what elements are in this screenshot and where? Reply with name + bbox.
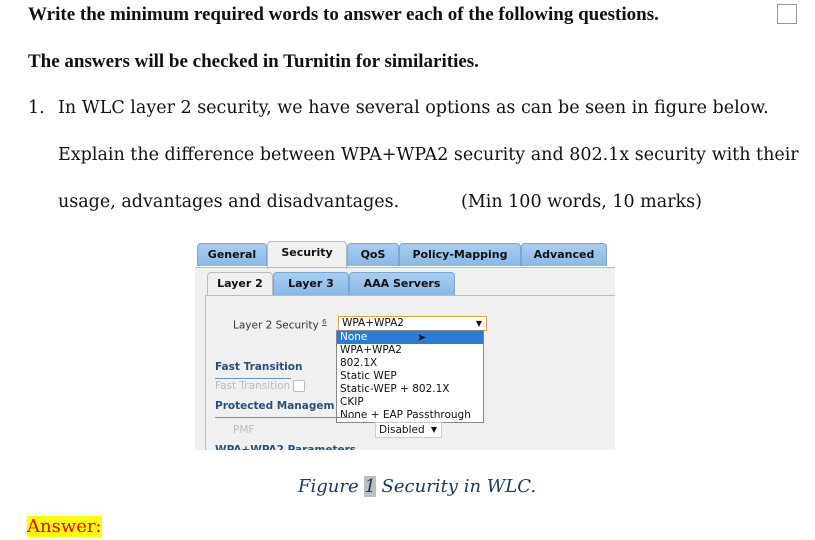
wlc-security-figure: General Security QoS Policy-Mapping Adva… <box>195 240 615 450</box>
subtab-layer2[interactable]: Layer 2 <box>207 272 273 295</box>
figure-caption: Figure 1 Security in WLC. <box>298 476 537 497</box>
fast-transition-label: Fast Transition <box>215 380 291 392</box>
layer2-security-select[interactable]: WPA+WPA2 ▼ <box>338 316 487 331</box>
layer2-security-label: Layer 2 Security 6 <box>233 318 327 332</box>
tab-bar: General Security QoS Policy-Mapping Adva… <box>195 240 615 269</box>
tab-policy-mapping[interactable]: Policy-Mapping <box>399 243 521 266</box>
layer2-security-options: None WPA+WPA2 802.1X Static WEP Static-W… <box>336 330 484 423</box>
dropdown-arrow-icon: ▼ <box>475 319 482 328</box>
dropdown-arrow-icon: ▼ <box>430 425 437 434</box>
option-none-eap-passthrough[interactable]: None + EAP Passthrough <box>337 409 483 422</box>
subtab-aaa-servers[interactable]: AAA Servers <box>349 272 455 295</box>
fast-transition-section: Fast Transition <box>215 361 303 373</box>
question-requirement: (Min 100 words, 10 marks) <box>461 192 702 212</box>
fast-transition-checkbox[interactable] <box>293 380 305 392</box>
tab-advanced[interactable]: Advanced <box>521 243 607 266</box>
subtab-layer3[interactable]: Layer 3 <box>273 272 349 295</box>
pmf-value: Disabled <box>379 424 425 436</box>
tab-security[interactable]: Security <box>267 241 347 269</box>
instruction-line-1: Write the minimum required words to answ… <box>28 4 659 25</box>
tab-qos[interactable]: QoS <box>347 243 399 266</box>
pmf-section: Protected Management Frame <box>215 400 335 412</box>
question-line-1: In WLC layer 2 security, we have several… <box>58 98 769 118</box>
question-number: 1. <box>28 98 45 118</box>
wpa-params-section: WPA+WPA2 Parameters <box>215 444 357 450</box>
option-static-wep[interactable]: Static WEP <box>337 370 483 383</box>
footnote-link[interactable]: 6 <box>322 318 326 326</box>
question-line-3: usage, advantages and disadvantages. <box>58 192 400 212</box>
selected-value: WPA+WPA2 <box>342 317 404 329</box>
option-static-wep-802-1x[interactable]: Static-WEP + 802.1X <box>337 383 483 396</box>
option-ckip[interactable]: CKIP <box>337 396 483 409</box>
option-wpa-wpa2[interactable]: WPA+WPA2 <box>337 344 483 357</box>
pmf-label: PMF <box>233 424 255 436</box>
instruction-line-2: The answers will be checked in Turnitin … <box>28 51 479 72</box>
answer-label: Answer: <box>27 516 102 537</box>
checkbox[interactable] <box>777 4 797 24</box>
question-line-2: Explain the difference between WPA+WPA2 … <box>58 145 799 165</box>
option-802-1x[interactable]: 802.1X <box>337 357 483 370</box>
pmf-select[interactable]: Disabled ▼ <box>375 422 442 438</box>
mouse-cursor-icon: ➤ <box>417 331 427 344</box>
tab-general[interactable]: General <box>197 243 267 266</box>
option-none[interactable]: None <box>337 331 483 344</box>
